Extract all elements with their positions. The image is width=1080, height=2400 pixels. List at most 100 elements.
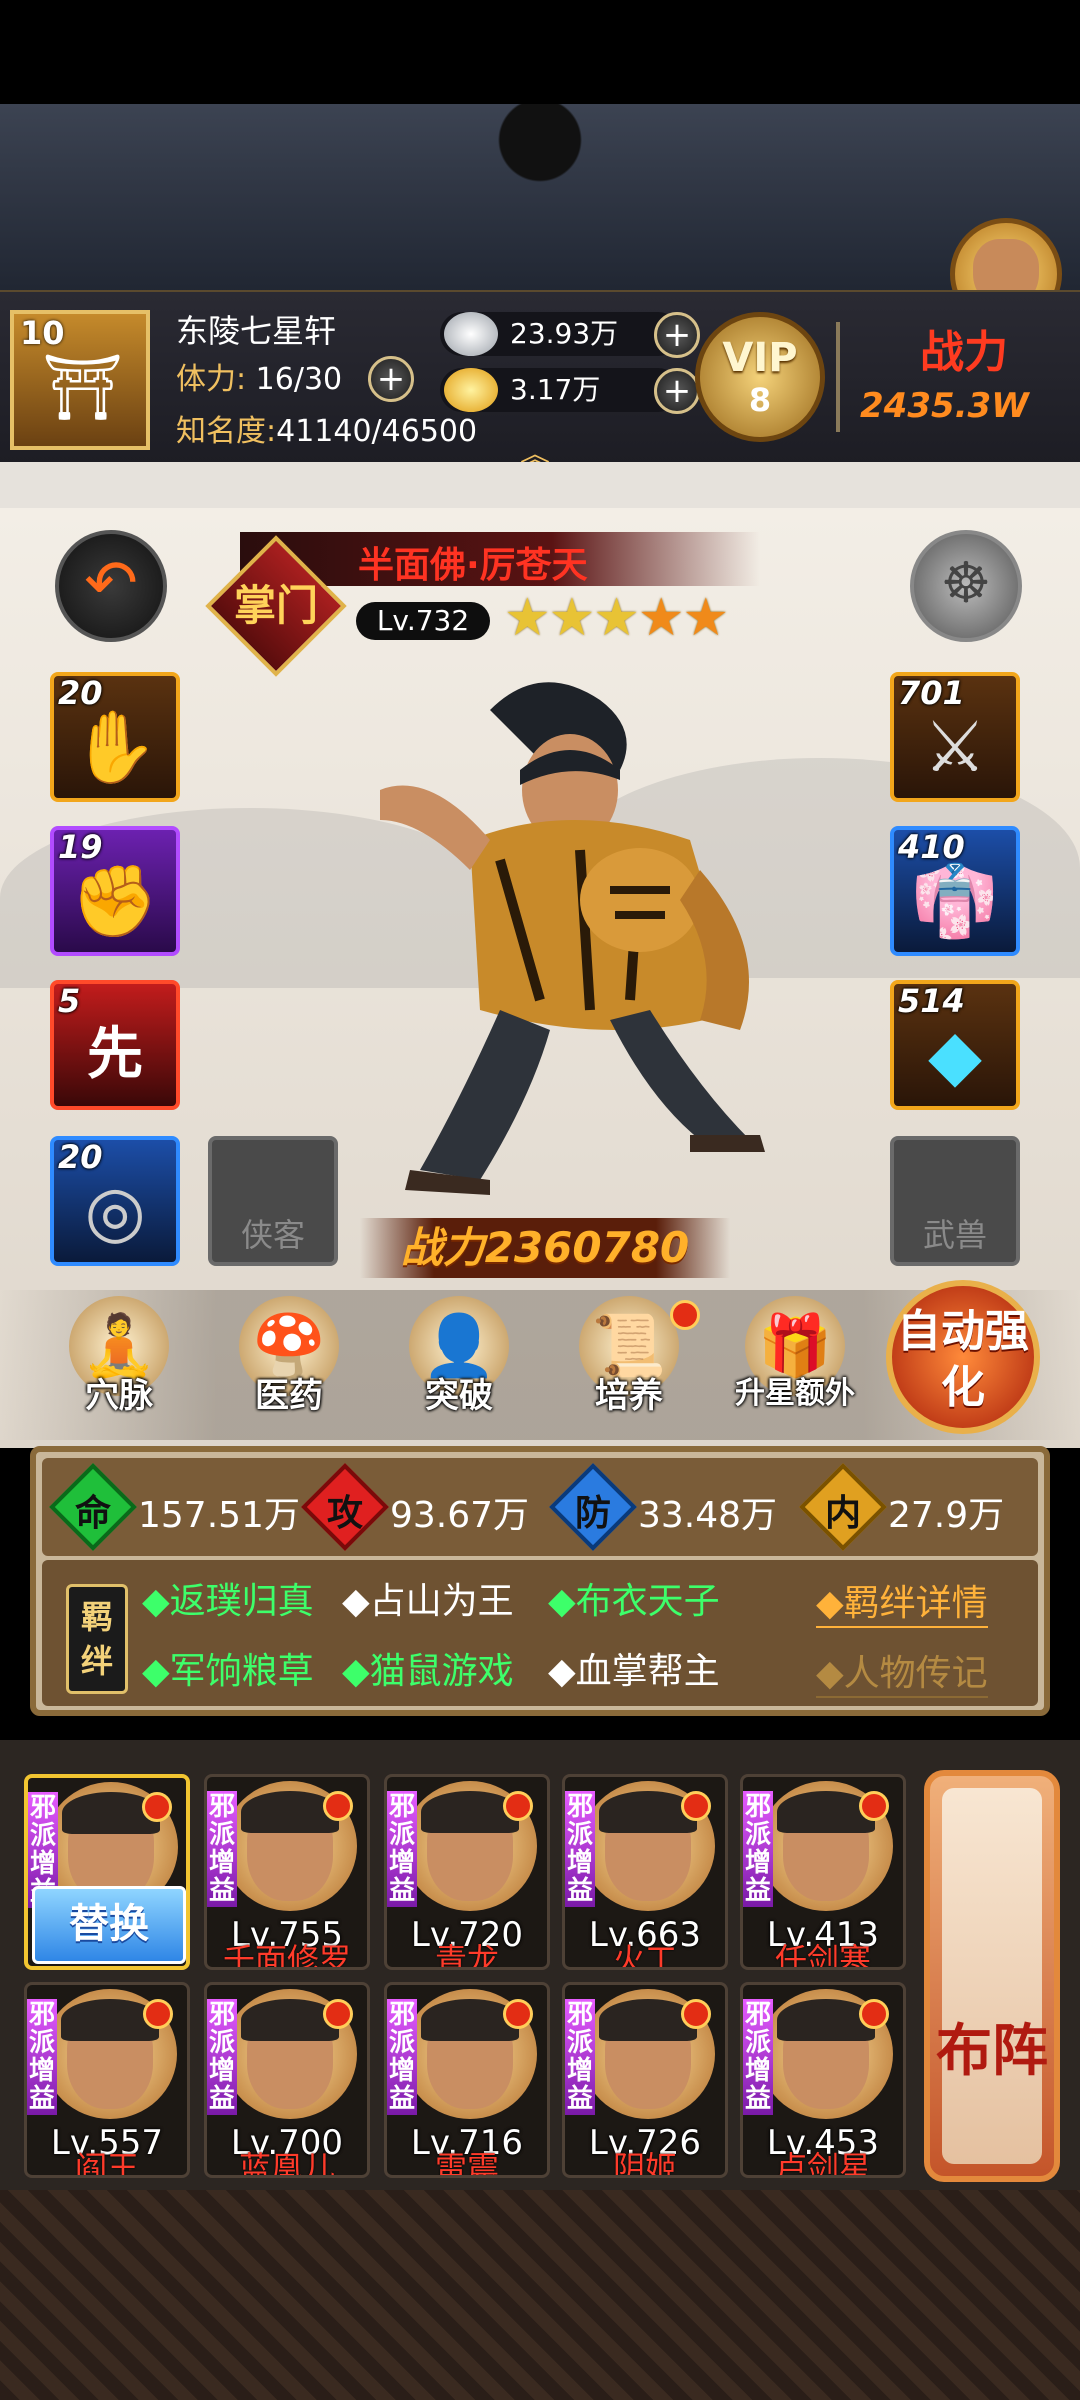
equip-slot-bracer[interactable]: 701 ⚔: [890, 672, 1020, 802]
bond-details-link[interactable]: ◆羁绊详情: [816, 1574, 988, 1628]
hero-name: 千面修罗: [222, 1941, 351, 1970]
bond-item[interactable]: ◆猫鼠游戏: [342, 1642, 514, 1694]
hero-name: 火工: [612, 1941, 677, 1970]
companion-slot-label: 侠客: [240, 1216, 305, 1254]
menu-star-upgrade[interactable]: 🎁 升星额外: [730, 1296, 860, 1436]
fame-value: 41140/46500: [276, 414, 478, 449]
notification-dot: [681, 1791, 711, 1821]
roster-card[interactable]: 邪派增益 Lv.755 千面修罗: [204, 1774, 370, 1970]
evil-sect-buff-tag: 邪派增益: [207, 1999, 237, 2115]
menu-meridian[interactable]: 🧘 穴脉: [54, 1296, 184, 1436]
evil-sect-buff-tag: 邪派增益: [743, 1999, 773, 2115]
notification-dot: [681, 1999, 711, 2029]
attribute-row: 命 157.51万 攻 93.67万 防 33.48万 内 27.9万: [42, 1458, 1038, 1556]
formation-label: 布阵: [936, 2019, 1048, 2084]
stamina-label: 体力:: [176, 362, 247, 397]
skill-slot-palm[interactable]: 20 ✋: [50, 672, 180, 802]
roster-card[interactable]: 邪派增益 Lv.700 蓝凰儿: [204, 1982, 370, 2178]
beast-slot[interactable]: 武兽: [890, 1136, 1020, 1266]
robe-icon: 👘: [911, 860, 999, 942]
companion-slot[interactable]: 侠客: [208, 1136, 338, 1266]
hero-name: 任剑寒: [774, 1941, 871, 1970]
hero-power: 战力2360780: [400, 1223, 690, 1272]
internal-value: 27.9万: [888, 1495, 1005, 1536]
sect-leader-emblem-text: 掌门: [233, 581, 318, 630]
pagoda-icon: ⛩: [42, 351, 124, 425]
star-icon: ★: [637, 588, 685, 648]
silver-ingot-icon: [444, 312, 498, 356]
equip-slot-robe[interactable]: 410 👘: [890, 826, 1020, 956]
hero-name: 阎王: [74, 2149, 139, 2178]
skill-slot-first-strike[interactable]: 5 先: [50, 980, 180, 1110]
notification-dot: [670, 1300, 700, 1330]
notification-dot: [142, 1792, 172, 1822]
roster-card[interactable]: 邪派增益 Lv.663 火工: [562, 1774, 728, 1970]
formation-button[interactable]: 布阵: [924, 1770, 1060, 2182]
gold-ingot-icon: [444, 368, 498, 412]
bond-item[interactable]: ◆布衣天子: [548, 1572, 720, 1624]
divider-strip: [0, 462, 1080, 508]
add-silver-button[interactable]: +: [654, 312, 700, 358]
add-gold-button[interactable]: +: [654, 368, 700, 414]
bond-panel: 羁绊 ◆返璞归真 ◆占山为王 ◆布衣天子 ◆羁绊详情 ◆军饷粮草 ◆猫鼠游戏 ◆…: [42, 1560, 1038, 1706]
gems-icon: ◆: [928, 1014, 982, 1096]
guild-name: 东陵七星轩: [176, 312, 337, 350]
roster-card[interactable]: 邪派增益 Lv.453 卢剑星: [740, 1982, 906, 2178]
bracer-icon: ⚔: [923, 706, 987, 788]
menu-medicine[interactable]: 🍄 医药: [224, 1296, 354, 1436]
vip-level: 8: [748, 381, 772, 419]
skill-slot-compass[interactable]: 20 ◎: [50, 1136, 180, 1266]
evil-sect-buff-tag: 邪派增益: [565, 1999, 595, 2115]
total-power-value: 2435.3W: [860, 386, 1029, 426]
back-button[interactable]: ↶: [55, 530, 167, 642]
menu-label: 升星额外: [735, 1376, 855, 1411]
stats-panel: 命 157.51万 攻 93.67万 防 33.48万 内 27.9万 羁绊 ◆…: [30, 1446, 1050, 1716]
purple-fist-icon: ✊: [71, 860, 159, 942]
roster-card[interactable]: 邪派增益 Lv.716 雷震: [384, 1982, 550, 2178]
evil-sect-buff-tag: 邪派增益: [207, 1791, 237, 1907]
hero-name: 蓝凰儿: [238, 2149, 335, 2178]
vip-badge[interactable]: VIP 8: [695, 312, 825, 442]
evil-sect-buff-tag: 邪派增益: [565, 1791, 595, 1907]
add-stamina-button[interactable]: +: [368, 356, 414, 402]
evil-sect-buff-tag: 邪派增益: [387, 1999, 417, 2115]
evil-sect-buff-tag: 邪派增益: [387, 1791, 417, 1907]
skill-slot-fist[interactable]: 19 ✊: [50, 826, 180, 956]
silver-value: 23.93万: [510, 317, 619, 350]
roster-card[interactable]: 邪派增益 Lv.720 青龙: [384, 1774, 550, 1970]
evil-sect-buff-tag: 邪派增益: [743, 1791, 773, 1907]
swap-button[interactable]: 替换: [32, 1886, 186, 1964]
auto-enhance-button[interactable]: 自动强化: [886, 1280, 1040, 1434]
bond-item[interactable]: ◆血掌帮主: [548, 1642, 720, 1694]
roster-card[interactable]: 邪派增益 Lv.726 阴姬: [562, 1982, 728, 2178]
equip-slot-gems[interactable]: 514 ◆: [890, 980, 1020, 1110]
notification-dot: [859, 1999, 889, 2029]
bond-item[interactable]: ◆军饷粮草: [142, 1642, 314, 1694]
hero-name: 半面佛·厉苍天: [358, 545, 588, 586]
hero-name: 雷震: [434, 2149, 499, 2178]
meditation-button[interactable]: ☸: [910, 530, 1022, 642]
stamina-value: 16/30: [255, 362, 343, 397]
notification-dot: [143, 1999, 173, 2029]
character-bio-link[interactable]: ◆人物传记: [816, 1644, 988, 1698]
roster-card-current[interactable]: 邪派增益 替换: [24, 1774, 190, 1970]
player-level-badge[interactable]: 10 ⛩: [10, 310, 150, 450]
hero-stars: ★★★★★: [504, 588, 729, 648]
fame-label: 知名度:: [176, 414, 277, 449]
menu-label: 培养: [595, 1376, 663, 1416]
hero-name: 阴姬: [612, 2149, 677, 2178]
menu-breakthrough[interactable]: 👤 突破: [394, 1296, 524, 1436]
bond-item[interactable]: ◆占山为王: [342, 1572, 514, 1624]
roster-card[interactable]: 邪派增益 Lv.557 阎王: [24, 1982, 190, 2178]
player-level: 10: [20, 314, 65, 352]
roster-card[interactable]: 邪派增益 Lv.413 任剑寒: [740, 1774, 906, 1970]
attack-gem-label: 攻: [326, 1493, 363, 1534]
health-gem-label: 命: [74, 1493, 111, 1534]
fame: 知名度:41140/46500: [176, 406, 477, 450]
notification-dot: [323, 1791, 353, 1821]
bond-seal: 羁绊: [66, 1584, 128, 1694]
defense-value: 33.48万: [638, 1495, 778, 1536]
bond-item[interactable]: ◆返璞归真: [142, 1572, 314, 1624]
star-icon: ★: [504, 588, 551, 648]
roof-ornament: [440, 104, 640, 224]
